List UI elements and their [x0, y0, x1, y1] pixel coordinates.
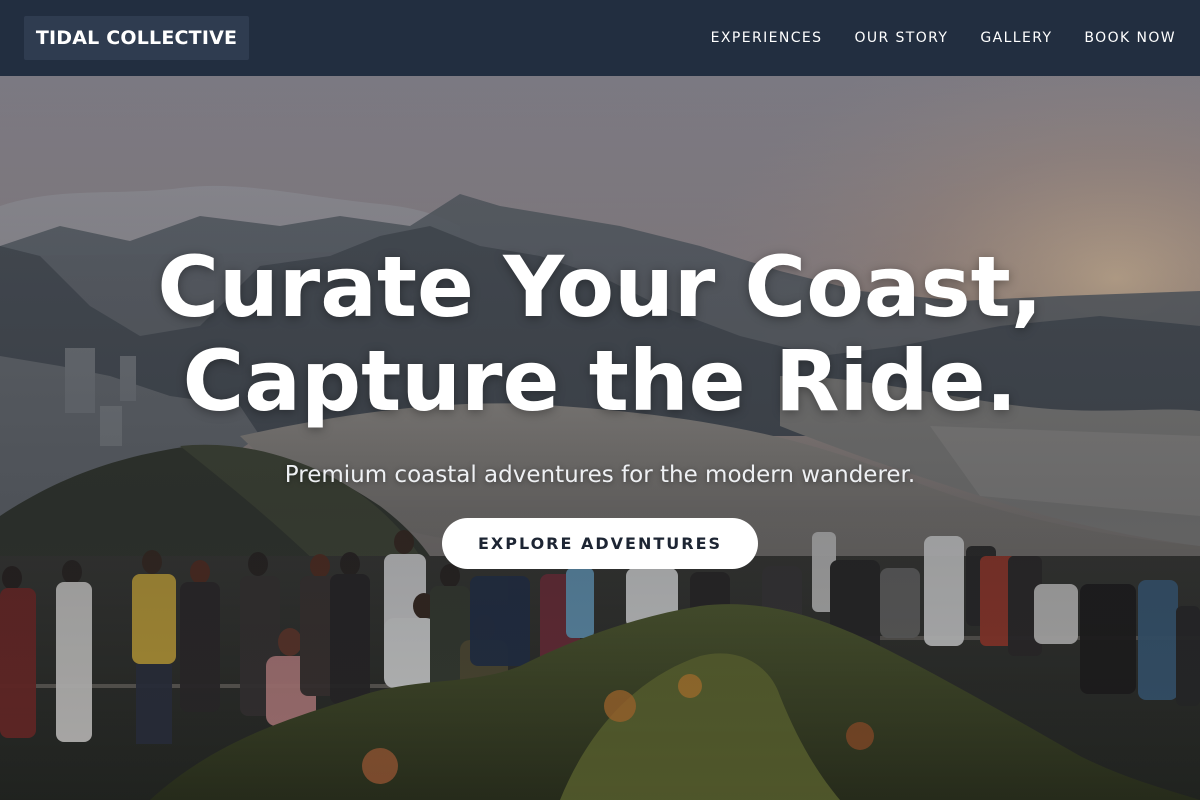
explore-adventures-button[interactable]: EXPLORE ADVENTURES [442, 518, 758, 569]
landing-page: TIDAL COLLECTIVE EXPERIENCES OUR STORY G… [0, 0, 1200, 800]
nav-link-experiences[interactable]: EXPERIENCES [711, 30, 823, 46]
hero-subtitle: Premium coastal adventures for the moder… [284, 462, 916, 488]
hero-title-line-2: Capture the Ride. [182, 332, 1018, 430]
hero-title-line-1: Curate Your Coast, [157, 238, 1043, 336]
site-logo[interactable]: TIDAL COLLECTIVE [24, 16, 249, 60]
hero-title: Curate Your Coast, Capture the Ride. [0, 240, 1200, 428]
main-nav: EXPERIENCES OUR STORY GALLERY BOOK NOW [711, 0, 1176, 76]
nav-link-book-now[interactable]: BOOK NOW [1084, 30, 1176, 46]
nav-link-our-story[interactable]: OUR STORY [854, 30, 948, 46]
hero-content: Curate Your Coast, Capture the Ride. Pre… [0, 76, 1200, 800]
site-header: TIDAL COLLECTIVE EXPERIENCES OUR STORY G… [0, 0, 1200, 76]
nav-link-gallery[interactable]: GALLERY [980, 30, 1052, 46]
